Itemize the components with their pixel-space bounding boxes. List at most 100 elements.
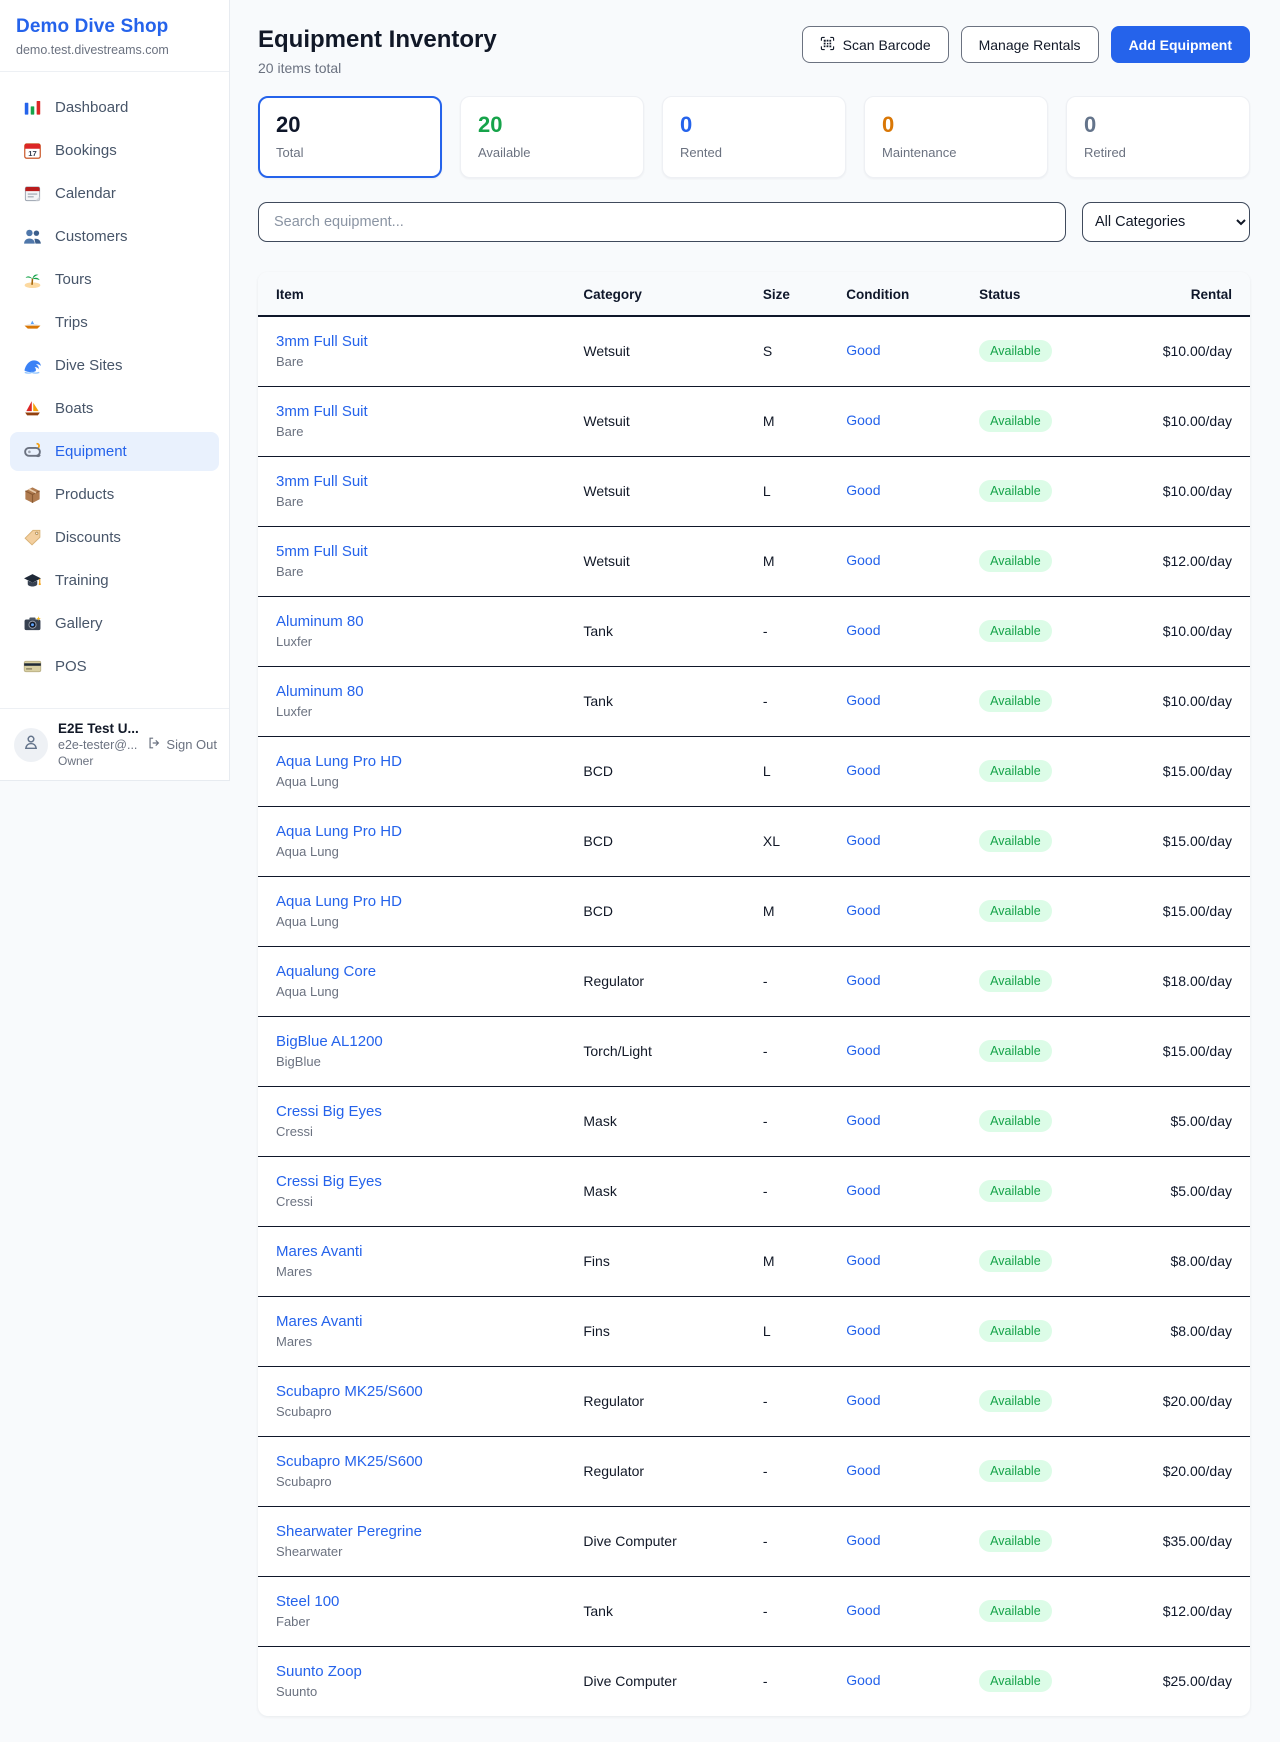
stat-card-rented[interactable]: 0 Rented: [662, 96, 846, 178]
item-condition-link[interactable]: Good: [846, 692, 880, 708]
item-condition-link[interactable]: Good: [846, 1252, 880, 1268]
item-condition-link[interactable]: Good: [846, 552, 880, 568]
item-condition-link[interactable]: Good: [846, 1462, 880, 1478]
stat-card-maintenance[interactable]: 0 Maintenance: [864, 96, 1048, 178]
item-rental-price: $10.00/day: [1129, 316, 1250, 386]
item-name-link[interactable]: Steel 100: [276, 1593, 583, 1610]
item-name-link[interactable]: Aqualung Core: [276, 963, 583, 980]
sidebar-item-gallery[interactable]: Gallery: [10, 604, 219, 643]
column-header-item: Item: [258, 272, 583, 316]
item-category: BCD: [583, 736, 763, 806]
item-condition-link[interactable]: Good: [846, 622, 880, 638]
item-rental-price: $10.00/day: [1129, 386, 1250, 456]
sidebar-item-calendar[interactable]: Calendar: [10, 174, 219, 213]
item-brand: Aqua Lung: [276, 914, 583, 929]
item-size: M: [763, 876, 846, 946]
label-tag-icon: [23, 528, 42, 547]
item-size: -: [763, 1436, 846, 1506]
item-condition-link[interactable]: Good: [846, 902, 880, 918]
item-brand: Cressi: [276, 1124, 583, 1139]
item-name-link[interactable]: Aqua Lung Pro HD: [276, 893, 583, 910]
item-name-link[interactable]: 3mm Full Suit: [276, 333, 583, 350]
sidebar-item-bookings[interactable]: 17 Bookings: [10, 131, 219, 170]
item-name-link[interactable]: Cressi Big Eyes: [276, 1173, 583, 1190]
table-row: BigBlue AL1200 BigBlue Torch/Light - Goo…: [258, 1016, 1250, 1086]
item-name-link[interactable]: Mares Avanti: [276, 1313, 583, 1330]
item-condition-link[interactable]: Good: [846, 1392, 880, 1408]
item-name-link[interactable]: Aluminum 80: [276, 613, 583, 630]
sidebar-item-boats[interactable]: Boats: [10, 389, 219, 428]
item-condition-link[interactable]: Good: [846, 1042, 880, 1058]
item-condition-link[interactable]: Good: [846, 482, 880, 498]
item-condition-link[interactable]: Good: [846, 1112, 880, 1128]
sidebar-item-dashboard[interactable]: Dashboard: [10, 88, 219, 127]
sidebar-item-training[interactable]: Training: [10, 561, 219, 600]
sidebar-item-customers[interactable]: Customers: [10, 217, 219, 256]
item-condition-link[interactable]: Good: [846, 412, 880, 428]
scan-barcode-button[interactable]: Scan Barcode: [802, 26, 949, 63]
status-badge: Available: [979, 760, 1052, 782]
sidebar-item-products[interactable]: Products: [10, 475, 219, 514]
sidebar-item-dive-sites[interactable]: Dive Sites: [10, 346, 219, 385]
item-condition-link[interactable]: Good: [846, 762, 880, 778]
table-row: Aqua Lung Pro HD Aqua Lung BCD XL Good A…: [258, 806, 1250, 876]
item-size: -: [763, 1156, 846, 1226]
brand-block: Demo Dive Shop demo.test.divestreams.com: [0, 0, 229, 72]
item-name-link[interactable]: Shearwater Peregrine: [276, 1523, 583, 1540]
sign-out-button[interactable]: Sign Out: [147, 736, 217, 753]
stat-card-total[interactable]: 20 Total: [258, 96, 442, 178]
item-condition-link[interactable]: Good: [846, 1532, 880, 1548]
sidebar-item-tours[interactable]: Tours: [10, 260, 219, 299]
item-size: L: [763, 736, 846, 806]
stat-card-available[interactable]: 20 Available: [460, 96, 644, 178]
item-condition-link[interactable]: Good: [846, 1602, 880, 1618]
category-filter-select[interactable]: All Categories: [1082, 202, 1250, 242]
page-subtitle: 20 items total: [258, 60, 497, 76]
table-row: Mares Avanti Mares Fins M Good Available…: [258, 1226, 1250, 1296]
sidebar-item-label: Training: [55, 572, 109, 589]
item-condition-link[interactable]: Good: [846, 972, 880, 988]
item-name-link[interactable]: Scubapro MK25/S600: [276, 1453, 583, 1470]
package-icon: [23, 485, 42, 504]
item-name-link[interactable]: Cressi Big Eyes: [276, 1103, 583, 1120]
item-rental-price: $15.00/day: [1129, 736, 1250, 806]
manage-rentals-button[interactable]: Manage Rentals: [961, 26, 1099, 63]
item-name-link[interactable]: 3mm Full Suit: [276, 473, 583, 490]
item-name-link[interactable]: 5mm Full Suit: [276, 543, 583, 560]
sign-out-icon: [147, 736, 161, 753]
item-category: Regulator: [583, 1436, 763, 1506]
item-name-link[interactable]: BigBlue AL1200: [276, 1033, 583, 1050]
search-input[interactable]: [258, 202, 1066, 242]
item-rental-price: $10.00/day: [1129, 456, 1250, 526]
status-badge: Available: [979, 340, 1052, 362]
item-condition-link[interactable]: Good: [846, 832, 880, 848]
item-name-link[interactable]: Scubapro MK25/S600: [276, 1383, 583, 1400]
sidebar-item-equipment[interactable]: Equipment: [10, 432, 219, 471]
item-name-link[interactable]: Aluminum 80: [276, 683, 583, 700]
item-name-link[interactable]: 3mm Full Suit: [276, 403, 583, 420]
item-name-link[interactable]: Aqua Lung Pro HD: [276, 823, 583, 840]
sidebar-item-discounts[interactable]: Discounts: [10, 518, 219, 557]
item-condition-link[interactable]: Good: [846, 1672, 880, 1688]
item-condition-link[interactable]: Good: [846, 1182, 880, 1198]
item-name-link[interactable]: Mares Avanti: [276, 1243, 583, 1260]
item-size: -: [763, 1646, 846, 1716]
stat-card-retired[interactable]: 0 Retired: [1066, 96, 1250, 178]
column-header-status: Status: [979, 272, 1129, 316]
table-row: 3mm Full Suit Bare Wetsuit L Good Availa…: [258, 456, 1250, 526]
item-condition-link[interactable]: Good: [846, 342, 880, 358]
item-rental-price: $15.00/day: [1129, 1016, 1250, 1086]
item-condition-link[interactable]: Good: [846, 1322, 880, 1338]
item-name-link[interactable]: Aqua Lung Pro HD: [276, 753, 583, 770]
status-badge: Available: [979, 1110, 1052, 1132]
item-brand: Bare: [276, 494, 583, 509]
item-size: XL: [763, 806, 846, 876]
item-category: Tank: [583, 1576, 763, 1646]
sidebar-item-trips[interactable]: Trips: [10, 303, 219, 342]
sidebar-item-label: POS: [55, 658, 87, 675]
sidebar-item-pos[interactable]: POS: [10, 647, 219, 686]
add-equipment-button[interactable]: Add Equipment: [1111, 26, 1250, 63]
equipment-table: Item Category Size Condition Status Rent…: [258, 272, 1250, 1716]
sidebar-item-label: Bookings: [55, 142, 117, 159]
item-name-link[interactable]: Suunto Zoop: [276, 1663, 583, 1680]
